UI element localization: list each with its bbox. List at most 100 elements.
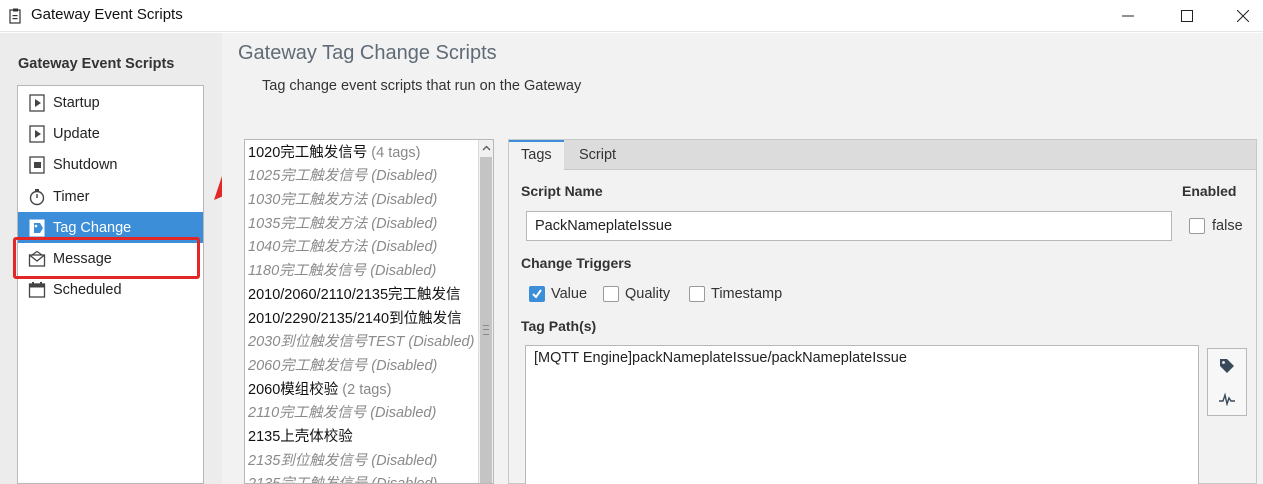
script-status: (Disabled) — [371, 168, 438, 184]
script-status: (Disabled) — [371, 476, 438, 484]
sidebar-item-label: Update — [53, 125, 100, 142]
page-subtitle: Tag change event scripts that run on the… — [262, 78, 582, 94]
value-label: Value — [551, 286, 588, 302]
chevron-up-icon — [482, 145, 490, 151]
close-icon — [1237, 10, 1249, 22]
sidebar-item-label: Message — [53, 250, 112, 267]
list-item[interactable]: 1035完工触发方法 (Disabled) — [248, 213, 480, 236]
title-bar: Gateway Event Scripts — [0, 0, 1263, 32]
sidebar-item-tag-change[interactable]: Tag Change — [18, 212, 203, 243]
tab-tags[interactable]: Tags — [509, 140, 564, 171]
script-status: (Disabled) — [371, 453, 438, 469]
script-name: 1025完工触发信号 — [248, 168, 368, 184]
maximize-button[interactable] — [1164, 0, 1210, 32]
script-name: 2060模组校验 — [248, 382, 339, 398]
scroll-thumb[interactable] — [480, 157, 492, 483]
grip-icon — [483, 325, 489, 335]
stop-doc-icon — [28, 155, 46, 174]
script-name: 2010/2060/2110/2135完工触发信 — [248, 287, 461, 303]
editor-tabs: Tags Script — [509, 140, 1256, 171]
script-status: (Disabled) — [371, 216, 438, 232]
list-item[interactable]: 1040完工触发方法 (Disabled) — [248, 236, 480, 259]
change-triggers-label: Change Triggers — [521, 255, 632, 271]
stopwatch-icon — [28, 188, 46, 206]
tag-count: (4 tags) — [371, 145, 421, 161]
quality-checkbox[interactable] — [603, 286, 619, 302]
script-name-label: Script Name — [521, 183, 603, 199]
sidebar-item-label: Timer — [53, 188, 90, 205]
list-item[interactable]: 1030完工触发方法 (Disabled) — [248, 189, 480, 212]
tag-browse-icon — [1220, 358, 1234, 373]
tag-count: (2 tags) — [342, 382, 392, 398]
play-doc-icon — [28, 124, 46, 143]
script-name: 1040完工触发方法 — [248, 239, 368, 255]
sidebar-item-label: Startup — [53, 94, 100, 111]
script-name: 1030完工触发方法 — [248, 192, 368, 208]
script-status: (Disabled) — [370, 405, 437, 421]
script-status: (Disabled) — [371, 358, 438, 374]
enabled-label: Enabled — [1182, 183, 1237, 199]
list-item[interactable]: 2135完工触发信号 (Disabled) — [248, 473, 480, 484]
list-item[interactable]: 2060模组校验 (2 tags) — [248, 379, 480, 402]
sidebar-item-timer[interactable]: Timer — [18, 181, 203, 212]
maximize-icon — [1181, 10, 1193, 22]
document-icon — [9, 8, 21, 24]
list-item[interactable]: 2135上壳体校验 — [248, 426, 480, 449]
list-item[interactable]: 1180完工触发信号 (Disabled) — [248, 260, 480, 283]
script-name: 1035完工触发方法 — [248, 216, 368, 232]
browse-tags-button[interactable] — [1208, 349, 1246, 382]
waveform-button[interactable] — [1208, 382, 1246, 415]
list-item[interactable]: 2110完工触发信号 (Disabled) — [248, 402, 480, 425]
sidebar-item-startup[interactable]: Startup — [18, 87, 203, 118]
list-item[interactable]: 2060完工触发信号 (Disabled) — [248, 355, 480, 378]
list-item[interactable]: 1020完工触发信号 (4 tags) — [248, 142, 480, 165]
sidebar-item-scheduled[interactable]: Scheduled — [18, 274, 203, 305]
close-button[interactable] — [1220, 0, 1263, 32]
check-icon — [532, 289, 542, 299]
script-name: 1020完工触发信号 — [248, 145, 368, 161]
list-item[interactable]: 2010/2290/2135/2140到位触发信 — [248, 308, 480, 331]
script-name: 2030到位触发信号TEST — [248, 334, 405, 350]
script-name: 2135上壳体校验 — [248, 429, 353, 445]
list-item[interactable]: 1025完工触发信号 (Disabled) — [248, 165, 480, 188]
script-name: 2010/2290/2135/2140到位触发信 — [248, 311, 462, 327]
list-item[interactable]: 2030到位触发信号TEST (Disabled) — [248, 331, 480, 354]
sidebar-item-update[interactable]: Update — [18, 118, 203, 149]
script-status: (Disabled) — [371, 239, 438, 255]
sidebar-item-message[interactable]: Message — [18, 243, 203, 274]
script-name: 2060完工触发信号 — [248, 358, 368, 374]
script-status: (Disabled) — [371, 192, 438, 208]
tab-script[interactable]: Script — [567, 140, 628, 170]
value-checkbox[interactable] — [529, 286, 545, 302]
enabled-value: false — [1212, 218, 1243, 234]
timestamp-label: Timestamp — [711, 286, 783, 302]
tag-path-buttons — [1207, 348, 1247, 416]
waveform-icon — [1219, 391, 1235, 406]
script-list: 1020完工触发信号 (4 tags) 1025完工触发信号 (Disabled… — [244, 139, 494, 484]
left-panel: Gateway Event Scripts Startup Update Shu… — [0, 33, 222, 484]
script-list-scrollbar[interactable] — [478, 140, 493, 483]
event-type-list: Startup Update Shutdown Timer Tag Change… — [17, 85, 204, 484]
quality-label: Quality — [625, 286, 671, 302]
window-title: Gateway Event Scripts — [31, 6, 183, 23]
tag-doc-icon — [28, 219, 46, 237]
script-name: 2135完工触发信号 — [248, 476, 368, 484]
list-item[interactable]: 2135到位触发信号 (Disabled) — [248, 450, 480, 473]
scroll-up-button[interactable] — [479, 140, 493, 156]
sidebar-heading: Gateway Event Scripts — [18, 56, 175, 72]
tag-paths-label: Tag Path(s) — [521, 318, 597, 334]
minimize-button[interactable] — [1105, 0, 1151, 32]
timestamp-checkbox[interactable] — [689, 286, 705, 302]
main-panel: Gateway Tag Change Scripts Tag change ev… — [222, 33, 1263, 484]
enabled-checkbox[interactable] — [1189, 218, 1205, 234]
script-name-field[interactable]: PackNameplateIssue — [526, 211, 1172, 241]
tag-path-line: [MQTT Engine]packNameplateIssue/packName… — [534, 350, 907, 366]
envelope-icon — [28, 250, 46, 268]
sidebar-item-shutdown[interactable]: Shutdown — [18, 149, 203, 180]
minimize-icon — [1122, 15, 1134, 17]
tag-paths-field[interactable]: [MQTT Engine]packNameplateIssue/packName… — [525, 345, 1199, 484]
list-item[interactable]: 2010/2060/2110/2135完工触发信 — [248, 284, 480, 307]
sidebar-item-label: Scheduled — [53, 281, 122, 298]
script-status: (Disabled) — [408, 334, 475, 350]
script-name: 2110完工触发信号 — [248, 405, 367, 421]
